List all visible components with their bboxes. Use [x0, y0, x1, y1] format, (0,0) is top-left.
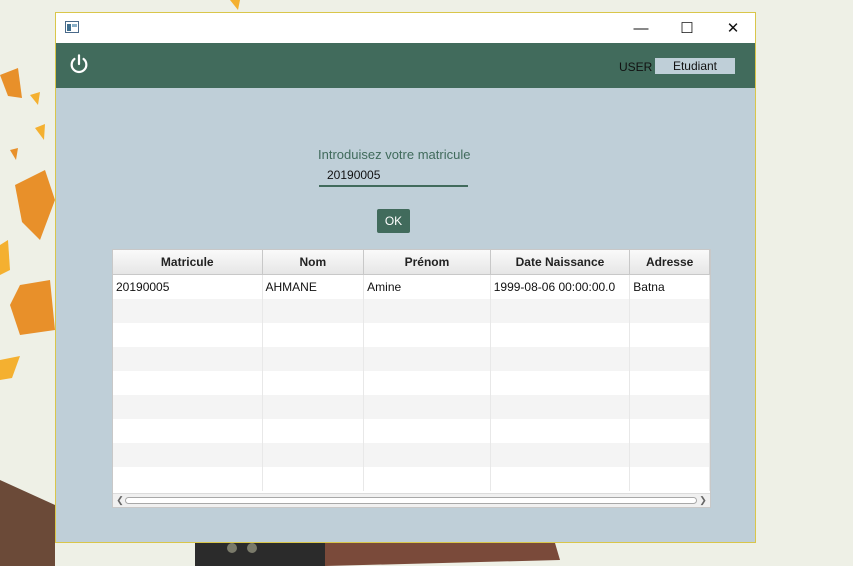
minimize-button[interactable]: —: [618, 13, 664, 43]
cell-nom: AHMANE: [263, 275, 365, 299]
table-body: 20190005 AHMANE Amine 1999-08-06 00:00:0…: [113, 275, 710, 491]
table-row[interactable]: 20190005 AHMANE Amine 1999-08-06 00:00:0…: [113, 275, 710, 299]
table-header: Matricule Nom Prénom Date Naissance Adre…: [113, 250, 710, 275]
empty-table-row: [113, 443, 710, 467]
empty-table-row: [113, 371, 710, 395]
column-header-nom[interactable]: Nom: [263, 250, 365, 274]
matricule-input[interactable]: [319, 165, 468, 187]
column-header-matricule[interactable]: Matricule: [113, 250, 263, 274]
ok-button[interactable]: OK: [377, 209, 410, 233]
close-button[interactable]: ✕: [710, 13, 756, 43]
column-header-prenom[interactable]: Prénom: [364, 250, 491, 274]
scrollbar-thumb[interactable]: [125, 497, 697, 504]
empty-table-row: [113, 467, 710, 491]
empty-table-row: [113, 395, 710, 419]
app-header-bar: USER Etudiant: [56, 43, 755, 88]
column-header-adresse[interactable]: Adresse: [630, 250, 710, 274]
cell-prenom: Amine: [364, 275, 491, 299]
maximize-icon: ☐: [680, 20, 694, 37]
user-role-value: Etudiant: [655, 58, 735, 74]
app-window: — ☐ ✕ USER Etudiant Introduisez votre ma…: [55, 12, 756, 543]
cell-date-naissance: 1999-08-06 00:00:00.0: [491, 275, 631, 299]
window-titlebar: — ☐ ✕: [56, 13, 755, 43]
power-icon[interactable]: [68, 53, 90, 75]
app-window-icon: [65, 21, 79, 33]
students-table: Matricule Nom Prénom Date Naissance Adre…: [112, 249, 711, 508]
cell-matricule: 20190005: [113, 275, 263, 299]
empty-table-row: [113, 299, 710, 323]
minimize-icon: —: [633, 19, 649, 37]
maximize-button[interactable]: ☐: [664, 13, 710, 43]
matricule-prompt: Introduisez votre matricule: [318, 147, 471, 162]
scroll-right-icon[interactable]: ❯: [697, 494, 709, 507]
user-label: USER: [619, 60, 653, 74]
empty-table-row: [113, 419, 710, 443]
column-header-date-naissance[interactable]: Date Naissance: [491, 250, 631, 274]
horizontal-scrollbar[interactable]: ❮ ❯: [113, 493, 710, 507]
close-icon: ✕: [726, 20, 740, 37]
empty-table-row: [113, 323, 710, 347]
empty-table-row: [113, 347, 710, 371]
cell-adresse: Batna: [630, 275, 710, 299]
